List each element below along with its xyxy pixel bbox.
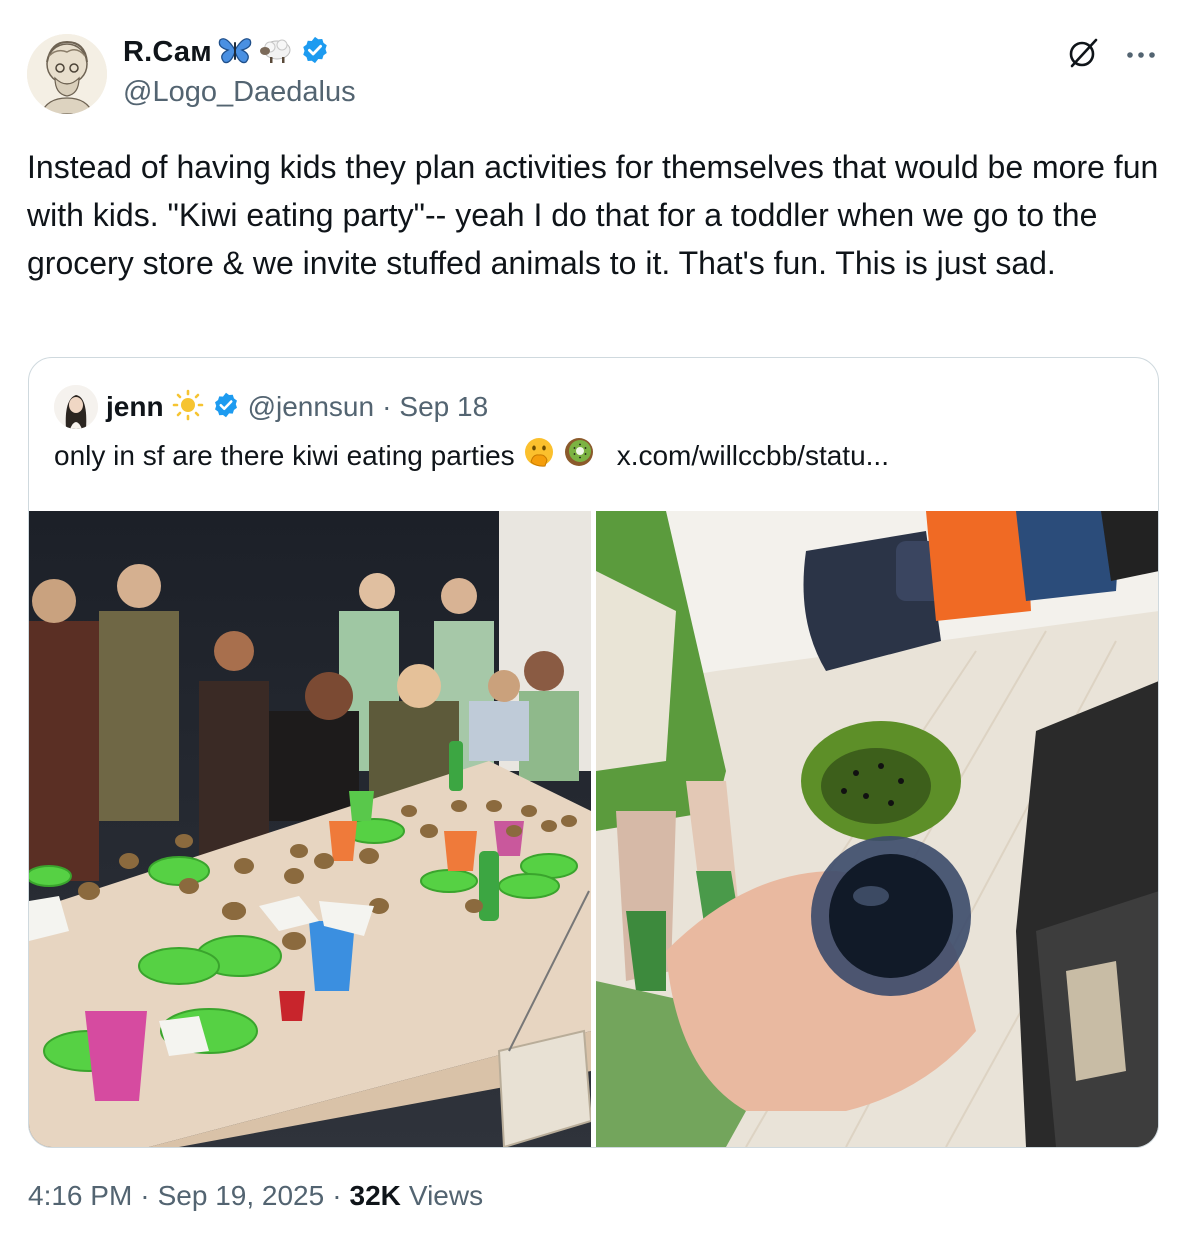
quoted-media-grid [29, 511, 1158, 1147]
quoted-tweet-card[interactable]: jenn @jennsun · Sep 18 only in sf are th [28, 357, 1159, 1148]
butterfly-icon [218, 35, 252, 70]
quoted-date: Sep 18 [399, 391, 489, 422]
quoted-meta-separator: · [382, 391, 392, 422]
party-table-photo[interactable] [29, 511, 592, 1147]
grok-icon[interactable] [1066, 36, 1100, 75]
kiwi-in-hand-photo[interactable] [595, 511, 1158, 1147]
footer-separator: · [140, 1180, 150, 1211]
face-with-hand-over-mouth-icon [523, 436, 555, 475]
author-handle[interactable]: @Logo_Daedalus [123, 76, 356, 109]
post-time[interactable]: 4:16 PM [28, 1180, 132, 1212]
tweet-top-actions [1066, 36, 1156, 75]
footer-separator: · [332, 1180, 342, 1211]
author-avatar[interactable] [27, 34, 107, 114]
quoted-verified-badge-icon [212, 391, 240, 424]
quoted-text: only in sf are there kiwi eating parties [54, 439, 515, 471]
verified-badge-icon[interactable] [300, 35, 330, 70]
kiwi-icon [563, 436, 595, 475]
post-date[interactable]: Sep 19, 2025 [158, 1180, 325, 1212]
quoted-author-avatar [54, 385, 98, 429]
author-display-name[interactable]: R.Сам [123, 36, 212, 69]
quoted-tweet-header: jenn @jennsun · Sep 18 [54, 384, 488, 430]
views-count: 32K [349, 1180, 401, 1211]
sun-icon [172, 389, 204, 426]
tweet-footer: 4:16 PM · Sep 19, 2025 · 32K Views [28, 1180, 483, 1212]
quoted-text-row: only in sf are there kiwi eating parties… [54, 436, 889, 475]
tweet-text: Instead of having kids they plan activit… [27, 149, 1159, 281]
more-options-icon[interactable] [1126, 47, 1156, 65]
views-label: Views [408, 1180, 484, 1211]
sheep-icon [258, 35, 294, 70]
quoted-author-name: jenn [106, 391, 164, 422]
quoted-link[interactable]: x.com/willccbb/statu... [617, 440, 889, 472]
author-name-row: R.Сам [123, 32, 330, 72]
quoted-author-handle: @jennsun [247, 391, 375, 422]
